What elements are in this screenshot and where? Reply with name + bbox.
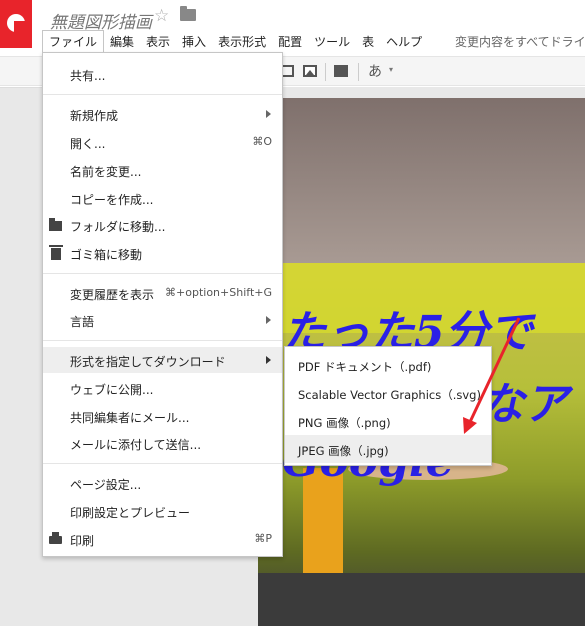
menu-table[interactable]: 表 <box>356 30 380 52</box>
submenu-item-label: JPEG 画像（.jpg) <box>298 444 389 458</box>
menu-item-move-to-folder[interactable]: フォルダに移動... <box>43 212 282 238</box>
comment-icon[interactable] <box>334 65 348 77</box>
menu-item-new[interactable]: 新規作成 <box>43 101 282 127</box>
submenu-item-label: PNG 画像（.png) <box>298 416 391 430</box>
menu-item-label: 印刷 <box>70 534 95 548</box>
menu-item-label: ウェブに公開... <box>70 383 154 397</box>
print-icon <box>49 532 62 544</box>
menu-bar: ファイル 編集 表示 挿入 表示形式 配置 ツール 表 ヘルプ <box>42 30 428 52</box>
menu-item-label: 名前を変更... <box>70 165 142 179</box>
menu-item-language[interactable]: 言語 <box>43 307 282 333</box>
menu-item-rename[interactable]: 名前を変更... <box>43 157 282 183</box>
font-button[interactable]: あ <box>368 61 382 81</box>
menu-item-move-to-trash[interactable]: ゴミ箱に移動 <box>43 240 282 266</box>
background-wall <box>258 98 585 263</box>
download-submenu: PDF ドキュメント（.pdf) Scalable Vector Graphic… <box>284 346 492 466</box>
menu-item-label: 形式を指定してダウンロード <box>70 355 226 369</box>
menu-help[interactable]: ヘルプ <box>380 30 428 52</box>
background-floor <box>258 573 585 626</box>
app-logo[interactable] <box>0 0 32 48</box>
submenu-arrow-icon <box>266 110 271 118</box>
toolbar-divider <box>325 63 326 81</box>
menu-view[interactable]: 表示 <box>140 30 176 52</box>
menu-item-label: 共同編集者にメール... <box>70 411 190 425</box>
menu-separator <box>43 463 282 464</box>
menu-item-print-settings[interactable]: 印刷設定とプレビュー <box>43 498 282 524</box>
trash-icon <box>49 245 63 260</box>
menu-tools[interactable]: ツール <box>308 30 356 52</box>
menu-item-label: 新規作成 <box>70 109 119 123</box>
menu-file[interactable]: ファイル <box>42 30 105 52</box>
menu-item-label: ページ設定... <box>70 478 142 492</box>
menu-item-email-collaborators[interactable]: 共同編集者にメール... <box>43 403 282 429</box>
menu-item-print[interactable]: 印刷 ⌘P <box>43 526 282 552</box>
menu-item-revision-history[interactable]: 変更履歴を表示 ⌘+option+Shift+G <box>43 280 282 306</box>
chevron-down-icon[interactable]: ▾ <box>389 65 393 74</box>
submenu-arrow-icon <box>266 356 271 364</box>
slide-headline-line-2[interactable]: なア <box>480 368 568 432</box>
shortcut-label: ⌘+option+Shift+G <box>165 286 272 299</box>
submenu-item-jpeg[interactable]: JPEG 画像（.jpg) <box>285 435 491 463</box>
menu-edit[interactable]: 編集 <box>104 30 140 52</box>
menu-separator <box>43 273 282 274</box>
folder-icon <box>49 218 62 231</box>
menu-arrange[interactable]: 配置 <box>272 30 308 52</box>
menu-item-download-as[interactable]: 形式を指定してダウンロード <box>43 347 282 373</box>
menu-item-label: 開く... <box>70 137 106 151</box>
shortcut-label: ⌘O <box>252 135 272 148</box>
menu-item-publish-to-web[interactable]: ウェブに公開... <box>43 375 282 401</box>
menu-separator <box>43 94 282 95</box>
star-icon[interactable]: ☆ <box>154 6 169 26</box>
submenu-arrow-icon <box>266 316 271 324</box>
menu-item-label: コピーを作成... <box>70 193 154 207</box>
menu-item-share[interactable]: 共有... <box>43 61 282 87</box>
menu-item-label: 共有... <box>70 69 106 83</box>
image-icon[interactable] <box>303 65 317 77</box>
menu-format[interactable]: 表示形式 <box>212 30 272 52</box>
menu-item-label: ゴミ箱に移動 <box>70 248 143 262</box>
menu-item-label: フォルダに移動... <box>70 220 166 234</box>
menu-item-label: 言語 <box>70 315 95 329</box>
divider <box>0 87 42 88</box>
submenu-item-svg[interactable]: Scalable Vector Graphics（.svg) <box>285 379 491 407</box>
menu-separator <box>43 340 282 341</box>
menu-item-label: 変更履歴を表示 <box>70 288 155 302</box>
drawing-logo-icon <box>7 14 25 32</box>
menu-item-make-copy[interactable]: コピーを作成... <box>43 185 282 211</box>
file-menu: 共有... 新規作成 開く... ⌘O 名前を変更... コピーを作成... フ… <box>42 52 283 557</box>
submenu-item-pdf[interactable]: PDF ドキュメント（.pdf) <box>285 351 491 379</box>
submenu-item-png[interactable]: PNG 画像（.png) <box>285 407 491 435</box>
menu-item-email-as-attachment[interactable]: メールに添付して送信... <box>43 430 282 456</box>
shortcut-label: ⌘P <box>254 532 272 545</box>
menu-item-label: メールに添付して送信... <box>70 438 202 452</box>
submenu-item-label: Scalable Vector Graphics（.svg) <box>298 388 481 402</box>
menu-item-open[interactable]: 開く... ⌘O <box>43 129 282 155</box>
toolbar-divider <box>358 63 359 81</box>
menu-item-page-setup[interactable]: ページ設定... <box>43 470 282 496</box>
menu-insert[interactable]: 挿入 <box>176 30 212 52</box>
folder-icon[interactable] <box>180 6 196 21</box>
save-status: 変更内容をすべてドライ <box>455 35 585 49</box>
menu-item-label: 印刷設定とプレビュー <box>70 506 191 520</box>
submenu-item-label: PDF ドキュメント（.pdf) <box>298 360 432 374</box>
